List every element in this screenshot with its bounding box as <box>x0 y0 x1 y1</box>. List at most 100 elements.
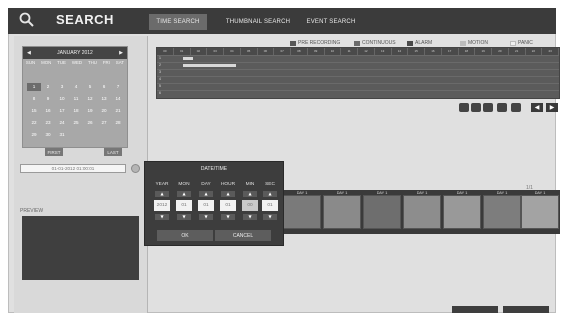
bottom-right-button[interactable] <box>503 306 549 313</box>
ok-button[interactable]: OK <box>157 230 213 241</box>
calendar-day-cell[interactable]: 24 <box>55 119 69 127</box>
thumbnail-image[interactable] <box>443 195 481 229</box>
calendar-day-cell[interactable]: 14 <box>111 95 125 103</box>
zoom-out-icon[interactable] <box>471 103 481 112</box>
calendar-day-cell[interactable]: 17 <box>55 107 69 115</box>
minute-down-button[interactable]: ▼ <box>243 214 257 220</box>
timeline-channel-label: 2 <box>159 63 161 67</box>
calendar-day-cell[interactable]: 23 <box>41 119 55 127</box>
calendar-day-cell[interactable]: 27 <box>97 119 111 127</box>
preview-window <box>22 216 139 280</box>
timeline-hour-label: 06 <box>258 48 275 55</box>
month-label: MON <box>178 182 190 187</box>
timeline-hour-label: 15 <box>408 48 425 55</box>
hour-up-button[interactable]: ▲ <box>221 191 235 197</box>
legend-swatch <box>510 40 516 46</box>
hour-down-button[interactable]: ▼ <box>221 214 235 220</box>
calendar-day-cell[interactable]: 11 <box>69 95 83 103</box>
calendar-day-cell[interactable]: 25 <box>69 119 83 127</box>
calendar-day-cell[interactable]: 5 <box>83 83 97 91</box>
calendar-day-cell[interactable]: 10 <box>55 95 69 103</box>
timeline-channel-label: 6 <box>159 91 161 95</box>
next-month-button[interactable]: ▶ <box>119 50 123 56</box>
calendar-day-cell[interactable]: 2 <box>41 83 55 91</box>
calendar-day-cell[interactable]: 6 <box>97 83 111 91</box>
timeline-recording-bar[interactable] <box>183 64 236 67</box>
timeline-channel-label: 3 <box>159 70 161 74</box>
calendar-day-cell[interactable]: 28 <box>111 119 125 127</box>
calendar-day-cell[interactable]: 1 <box>27 83 41 91</box>
thumbnail-image[interactable] <box>521 195 559 229</box>
timeline-hour-label: 17 <box>442 48 459 55</box>
calendar-day-cell[interactable]: 13 <box>97 95 111 103</box>
day-field[interactable]: 01 <box>198 200 214 211</box>
calendar-day-cell[interactable]: 30 <box>41 131 55 139</box>
zoom-in-icon[interactable] <box>459 103 469 112</box>
second-field[interactable]: 01 <box>262 200 278 211</box>
first-button[interactable]: FIRST <box>45 148 63 156</box>
tab-event-search[interactable]: EVENT SEARCH <box>303 14 359 30</box>
calendar-day-cell[interactable]: 29 <box>27 131 41 139</box>
prev-button[interactable]: ◀ <box>531 103 543 112</box>
second-down-button[interactable]: ▼ <box>263 214 277 220</box>
last-button[interactable]: LAST <box>104 148 122 156</box>
minute-field[interactable]: 00 <box>242 200 258 211</box>
thumbnail-image[interactable] <box>363 195 401 229</box>
calendar-day-cell[interactable]: 15 <box>27 107 41 115</box>
calendar-day-cell[interactable]: 16 <box>41 107 55 115</box>
bottom-left-button[interactable] <box>452 306 498 313</box>
calendar-day-cell[interactable]: 7 <box>111 83 125 91</box>
calendar-day-cell[interactable]: 3 <box>55 83 69 91</box>
calendar-day-cell[interactable]: 4 <box>69 83 83 91</box>
timeline-hour-label: 00 <box>157 48 174 55</box>
month-field[interactable]: 01 <box>176 200 192 211</box>
calendar-day-cell[interactable]: 8 <box>27 95 41 103</box>
timeline-hours: 00 01 02 03 04 05 06 07 08 09 10 11 12 13 14 15 16 17 18 19… <box>157 48 559 55</box>
calendar-day-cell[interactable]: 20 <box>97 107 111 115</box>
legend-label: CONTINUOUS <box>362 40 396 46</box>
month-up-button[interactable]: ▲ <box>177 191 191 197</box>
day-down-button[interactable]: ▼ <box>199 214 213 220</box>
datetime-field[interactable]: 01-01-2012 01:00:01 <box>20 164 126 173</box>
cancel-button[interactable]: CANCEL <box>215 230 271 241</box>
backup-icon[interactable] <box>497 103 507 112</box>
timeline-hour-label: 16 <box>425 48 442 55</box>
timeline-channel-row[interactable]: 6 <box>157 90 559 98</box>
month-down-button[interactable]: ▼ <box>177 214 191 220</box>
tab-thumbnail-search[interactable]: THUMBNAIL SEARCH <box>223 14 293 30</box>
hour-label: HOUR <box>220 182 236 187</box>
calendar-day-cell[interactable]: 22 <box>27 119 41 127</box>
timeline-grid[interactable]: 00 01 02 03 04 05 06 07 08 09 10 11 12 13 14 15 16 17 18 19… <box>156 47 560 99</box>
calendar-day-cell[interactable]: 31 <box>55 131 69 139</box>
day-up-button[interactable]: ▲ <box>199 191 213 197</box>
calendar-day-cell[interactable]: 12 <box>83 95 97 103</box>
hour-field[interactable]: 01 <box>220 200 236 211</box>
thumbnail-image[interactable] <box>323 195 361 229</box>
minute-up-button[interactable]: ▲ <box>243 191 257 197</box>
thumbnail-image[interactable] <box>283 195 321 229</box>
calendar-day-cell[interactable]: 26 <box>83 119 97 127</box>
timeline-hour-label: 01 <box>174 48 191 55</box>
calendar-month-label: JANUARY 2012 <box>57 50 93 56</box>
tab-time-search[interactable]: TIME SEARCH <box>149 14 207 30</box>
thumbnail-image[interactable] <box>483 195 521 229</box>
legend-pre-recording: PRE RECORDING <box>290 40 340 46</box>
calendar-day-cell[interactable]: 19 <box>83 107 97 115</box>
page-title: SEARCH <box>56 12 114 27</box>
calendar-day-cell[interactable]: 21 <box>111 107 125 115</box>
timeline-recording-bar[interactable] <box>183 57 194 60</box>
second-up-button[interactable]: ▲ <box>263 191 277 197</box>
next-button[interactable]: ▶ <box>546 103 558 112</box>
calendar-day-cell[interactable]: 9 <box>41 95 55 103</box>
fit-icon[interactable] <box>483 103 493 112</box>
year-up-button[interactable]: ▲ <box>155 191 169 197</box>
calendar-icon[interactable] <box>131 164 140 173</box>
year-field[interactable]: 2012 <box>154 200 170 211</box>
calendar-day-names: SUN MON TUE WED THU FRI SAT <box>23 60 127 68</box>
year-down-button[interactable]: ▼ <box>155 214 169 220</box>
thumbnail-image[interactable] <box>403 195 441 229</box>
calendar-day-cell[interactable]: 18 <box>69 107 83 115</box>
timeline-hour-label: 03 <box>207 48 224 55</box>
prev-month-button[interactable]: ◀ <box>27 50 31 56</box>
export-icon[interactable] <box>511 103 521 112</box>
